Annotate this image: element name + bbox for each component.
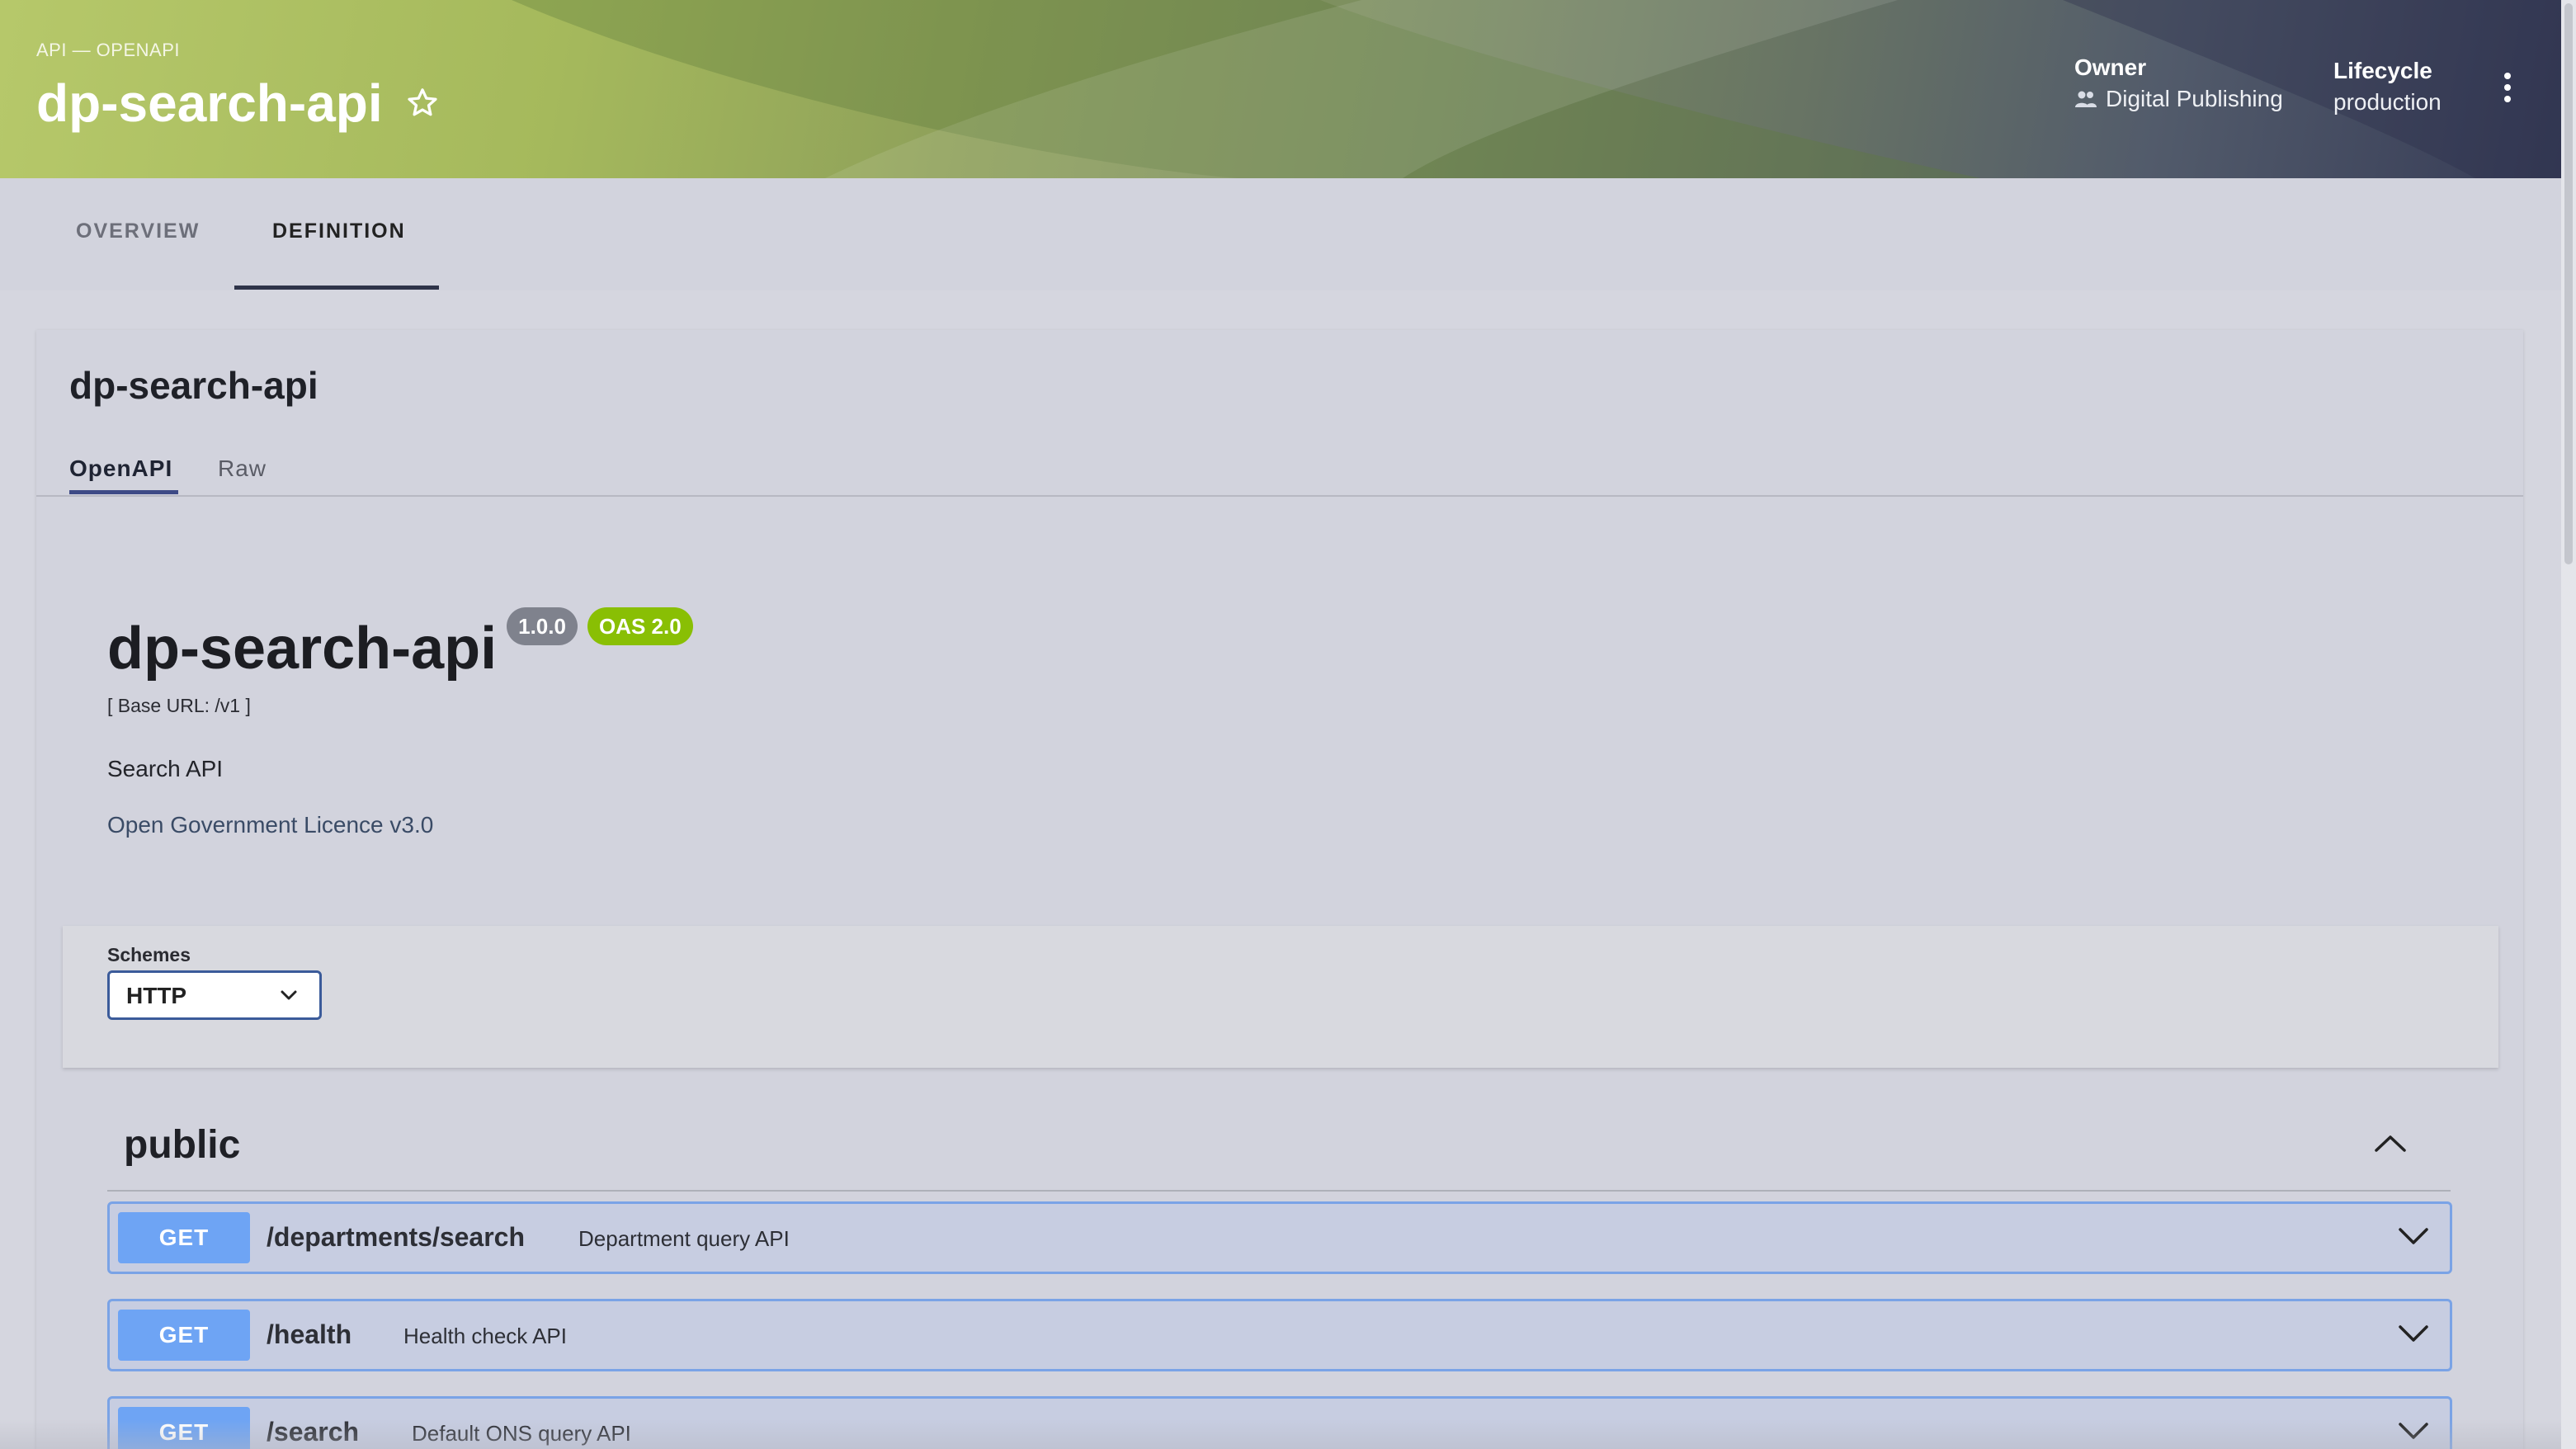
schemes-select[interactable]: HTTP: [107, 970, 322, 1020]
definition-card: dp-search-api OpenAPI Raw dp-search-api …: [36, 330, 2523, 1449]
operation-path: /departments/search: [267, 1222, 526, 1252]
api-info-title-row: dp-search-api 1.0.0 OAS 2.0: [107, 607, 693, 678]
entity-kind: API — OPENAPI: [36, 40, 180, 60]
oas-badge: OAS 2.0: [587, 607, 693, 645]
section-title[interactable]: public: [124, 1122, 240, 1168]
method-badge: GET: [118, 1212, 250, 1263]
tab-definition[interactable]: DEFINITION: [272, 219, 406, 243]
subtab-divider: [36, 495, 2523, 497]
people-icon: [2075, 91, 2097, 107]
method-badge: GET: [118, 1310, 250, 1361]
schemes-selected-value: HTTP: [126, 983, 187, 1008]
owner-label: Owner: [2074, 54, 2147, 80]
operation-row[interactable]: GET /departments/search Department query…: [107, 1201, 2452, 1274]
operation-summary: Department query API: [578, 1226, 790, 1251]
chevron-down-icon: [2399, 1228, 2428, 1244]
star-outline-icon[interactable]: [404, 85, 441, 121]
card-title: dp-search-api: [69, 364, 318, 407]
method-badge: GET: [118, 1407, 250, 1449]
chevron-down-icon: [2399, 1325, 2428, 1342]
tab-indicator: [234, 286, 439, 290]
more-vert-icon[interactable]: [2497, 69, 2518, 106]
tab-overview[interactable]: OVERVIEW: [76, 219, 200, 243]
subtab-indicator: [69, 490, 178, 494]
version-badge: 1.0.0: [507, 607, 578, 645]
lifecycle-value: production: [2333, 89, 2442, 115]
section-divider: [107, 1190, 2451, 1192]
subtab-openapi[interactable]: OpenAPI: [69, 455, 172, 482]
operation-summary: Health check API: [403, 1324, 567, 1348]
api-description: Search API: [107, 756, 224, 781]
scrollbar-thumb[interactable]: [2564, 3, 2573, 564]
operation-row[interactable]: GET /search Default ONS query API: [107, 1396, 2452, 1449]
operation-path: /search: [267, 1417, 360, 1447]
page: API — OPENAPI dp-search-api Owner Digita…: [0, 0, 2561, 1449]
owner-value[interactable]: Digital Publishing: [2074, 86, 2283, 112]
tab-bar: OVERVIEW DEFINITION: [0, 178, 2561, 290]
operation-summary: Default ONS query API: [412, 1421, 631, 1446]
base-url: [ Base URL: /v1 ]: [107, 695, 251, 716]
chevron-up-icon[interactable]: [2371, 1130, 2409, 1155]
chevron-down-icon: [2399, 1423, 2428, 1439]
lifecycle-info: Lifecycle production: [2333, 58, 2442, 116]
licence-link[interactable]: Open Government Licence v3.0: [107, 812, 433, 838]
page-title: dp-search-api: [36, 73, 383, 133]
chevron-down-icon: [281, 990, 297, 1000]
schemes-label: Schemes: [107, 944, 191, 965]
lifecycle-label: Lifecycle: [2333, 58, 2432, 83]
page-scrollbar[interactable]: [2561, 0, 2576, 1449]
owner-info: Owner Digital Publishing: [2074, 54, 2283, 112]
schemes-container: Schemes HTTP: [63, 926, 2498, 1068]
owner-name: Digital Publishing: [2106, 86, 2283, 111]
operation-path: /health: [267, 1319, 352, 1349]
title-row: dp-search-api: [36, 73, 441, 134]
operation-row[interactable]: GET /health Health check API: [107, 1299, 2452, 1371]
entity-header: API — OPENAPI dp-search-api Owner Digita…: [0, 0, 2561, 178]
api-title: dp-search-api: [107, 616, 498, 682]
subtab-raw[interactable]: Raw: [218, 455, 267, 482]
